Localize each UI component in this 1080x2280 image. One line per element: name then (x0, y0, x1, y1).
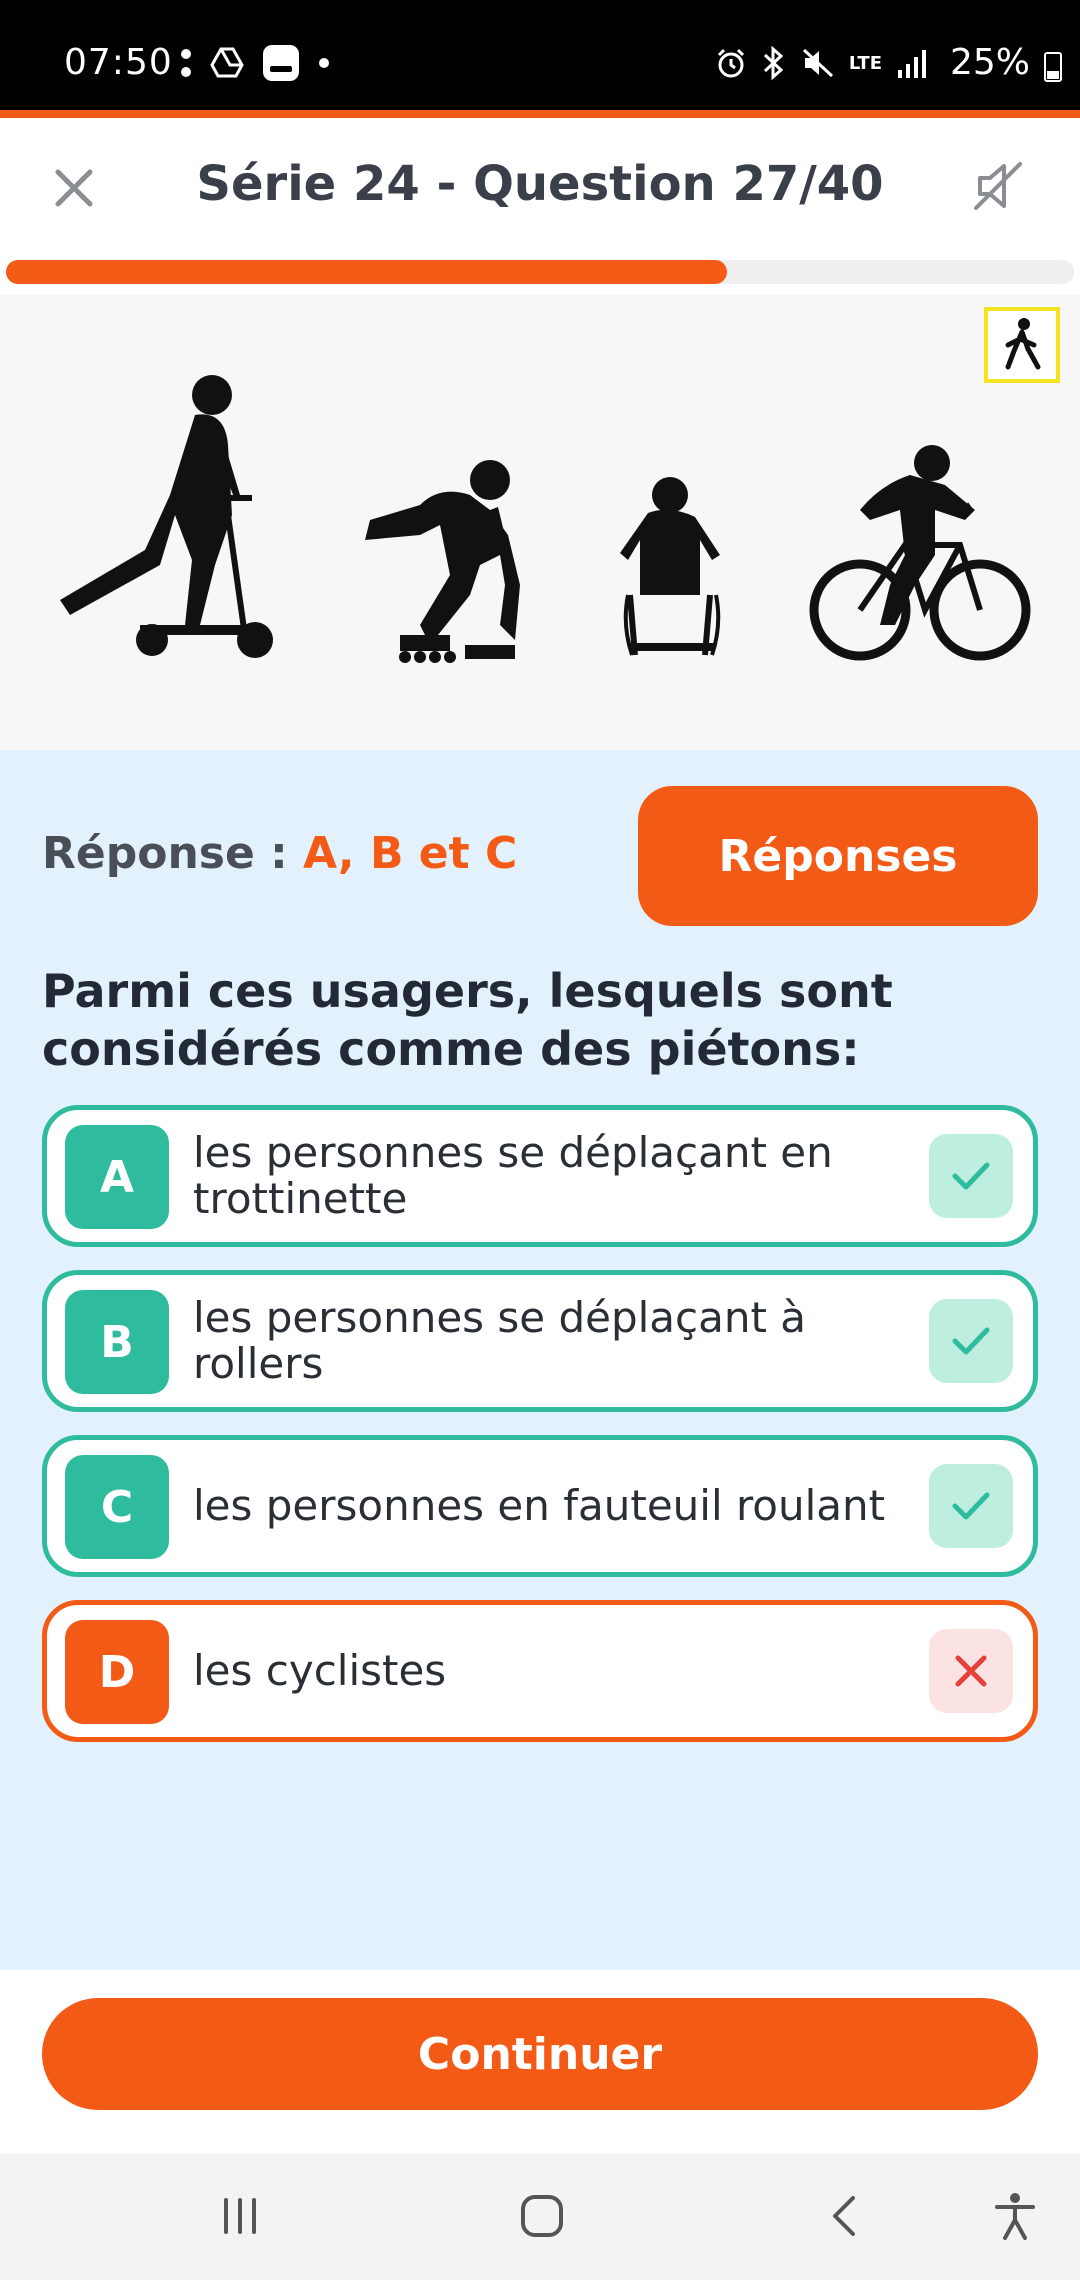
option-letter: C (65, 1455, 169, 1559)
drive-icon (210, 47, 244, 78)
cross-icon (929, 1629, 1013, 1713)
check-icon (929, 1299, 1013, 1383)
option-b[interactable]: B les personnes se déplaçant à rollers (42, 1270, 1038, 1412)
battery-icon (1044, 52, 1062, 82)
check-icon (929, 1134, 1013, 1218)
signal-icon (898, 50, 926, 78)
option-c[interactable]: C les personnes en fauteuil roulant (42, 1435, 1038, 1577)
bluetooth-icon (763, 46, 784, 80)
check-icon (929, 1464, 1013, 1548)
cyclist-figure (809, 445, 1031, 661)
home-icon (521, 2195, 563, 2237)
app-icon (263, 45, 299, 81)
roller-skater-figure (365, 460, 520, 663)
reponses-button[interactable]: Réponses (638, 786, 1038, 926)
sound-toggle-button[interactable] (966, 154, 1030, 218)
option-letter: D (65, 1620, 169, 1724)
dot-icon (319, 58, 329, 68)
header: Série 24 - Question 27/40 (0, 118, 1080, 258)
progress-fill (6, 260, 727, 284)
road-users-image (60, 375, 1031, 663)
answer-panel: Réponse : A, B et C Réponses Parmi ces u… (0, 750, 1080, 1970)
answer-value: A, B et C (303, 828, 518, 879)
answer-label: Réponse : (42, 828, 304, 879)
question-text: Parmi ces usagers, lesquels sont considé… (42, 964, 893, 1076)
mute-volume-icon (802, 48, 833, 78)
home-button[interactable] (512, 2186, 572, 2246)
system-icons: LTE (715, 46, 930, 80)
sound-off-icon (974, 162, 1022, 210)
question-illustration (0, 295, 1080, 750)
back-icon (833, 2196, 855, 2236)
notification-icons (180, 44, 330, 82)
back-button[interactable] (814, 2186, 874, 2246)
recent-apps-button[interactable] (210, 2186, 270, 2246)
recent-apps-icon (224, 2198, 256, 2234)
screen: 07:50 LTE 25% Série 24 - Question 27/40 (0, 0, 1080, 2280)
option-letter: A (65, 1125, 169, 1229)
option-d[interactable]: D les cyclistes (42, 1600, 1038, 1742)
accessibility-icon (995, 2193, 1035, 2240)
progress-bar (6, 260, 1074, 284)
option-text: les cyclistes (193, 1646, 447, 1695)
page-title: Série 24 - Question 27/40 (196, 156, 884, 212)
system-nav-bar (0, 2154, 1080, 2280)
network-type: LTE (848, 52, 882, 74)
option-letter: B (65, 1290, 169, 1394)
pedestrian-sign-icon (984, 307, 1060, 383)
option-text: les personnes en fauteuil roulant (193, 1481, 886, 1530)
status-bar: 07:50 LTE 25% (0, 0, 1080, 110)
accent-line (0, 110, 1080, 118)
answer-summary: Réponse : A, B et C (42, 828, 517, 879)
option-text: les personnes se déplaçant à rollers (193, 1293, 807, 1388)
accessibility-button[interactable] (985, 2186, 1045, 2246)
option-text: les personnes se déplaçant en trottinett… (193, 1128, 833, 1223)
status-time: 07:50 (64, 42, 173, 83)
continue-button[interactable]: Continuer (42, 1998, 1038, 2110)
scooter-rider-figure (60, 375, 273, 658)
option-a[interactable]: A les personnes se déplaçant en trottine… (42, 1105, 1038, 1247)
wheelchair-user-figure (620, 477, 721, 656)
dots-icon (181, 49, 191, 77)
alarm-icon (717, 48, 744, 78)
battery-percent: 25% (949, 42, 1030, 83)
